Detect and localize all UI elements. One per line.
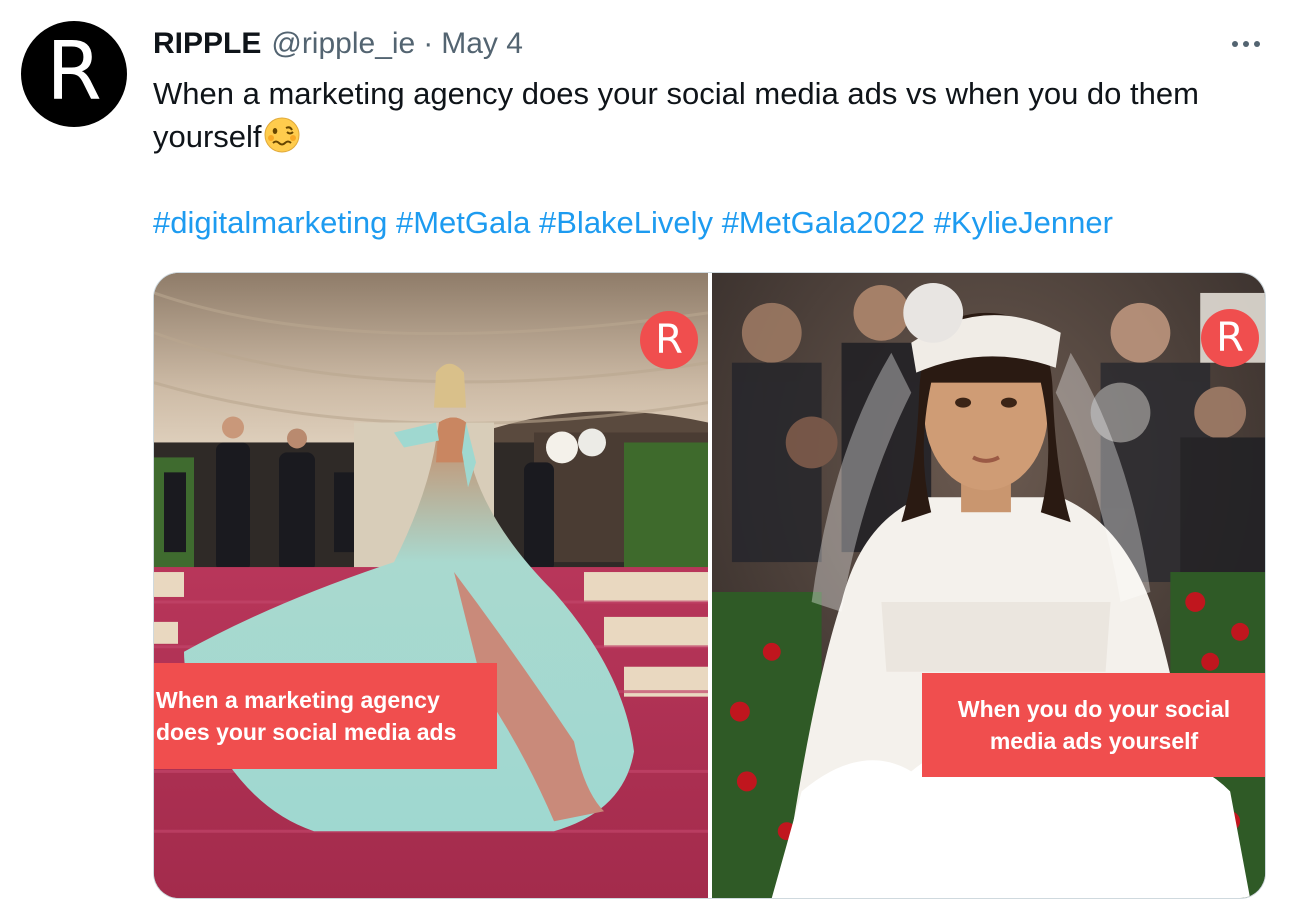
woozy-face-icon [264, 117, 300, 153]
caption-left-line-2: does your social media ads [156, 719, 457, 745]
brand-badge-right: R [1201, 309, 1259, 367]
hashtag-list: #digitalmarketing #MetGala #BlakeLively … [153, 203, 1283, 243]
hashtag-link[interactable]: #BlakeLively [539, 205, 713, 240]
tweet-header: RIPPLE @ripple_ie · May 4 [153, 26, 523, 62]
header-separator: · [423, 27, 434, 60]
caption-left-line-1: When a marketing agency [156, 687, 440, 713]
media-photo-left[interactable]: R When a marketing agency does your soci… [154, 273, 708, 898]
media-photo-right[interactable]: R When you do your social media ads your… [712, 273, 1265, 898]
hashtag-link[interactable]: #MetGala [396, 205, 530, 240]
caption-right-line-1: When you do your social [957, 696, 1231, 722]
author-avatar[interactable]: R [21, 21, 127, 127]
more-options-button[interactable] [1220, 26, 1272, 62]
more-dot [1243, 41, 1249, 47]
more-horizontal-icon [1232, 41, 1238, 47]
avatar-logo: R [46, 25, 102, 118]
caption-left: When a marketing agency does your social… [154, 663, 497, 769]
brand-badge-left: R [640, 311, 698, 369]
red-carpet-photo [154, 273, 708, 898]
author-display-name[interactable]: RIPPLE [153, 26, 261, 62]
tweet-text: When a marketing agency does your social… [153, 72, 1283, 158]
caption-right: When you do your social media ads yourse… [922, 673, 1265, 777]
media-grid: R When a marketing agency does your soci… [153, 272, 1266, 899]
author-handle[interactable]: @ripple_ie [271, 26, 415, 62]
caption-right-line-2: media ads yourself [989, 728, 1199, 754]
hashtag-link[interactable]: #MetGala2022 [722, 205, 925, 240]
tweet-timestamp[interactable]: May 4 [441, 26, 523, 62]
tweet: R RIPPLE @ripple_ie · May 4 When a marke… [0, 0, 1311, 905]
white-dress-photo [712, 273, 1265, 898]
hashtag-link[interactable]: #digitalmarketing [153, 205, 387, 240]
hashtag-link[interactable]: #KylieJenner [934, 205, 1113, 240]
tweet-text-content: When a marketing agency does your social… [153, 76, 1199, 154]
more-dot [1254, 41, 1260, 47]
